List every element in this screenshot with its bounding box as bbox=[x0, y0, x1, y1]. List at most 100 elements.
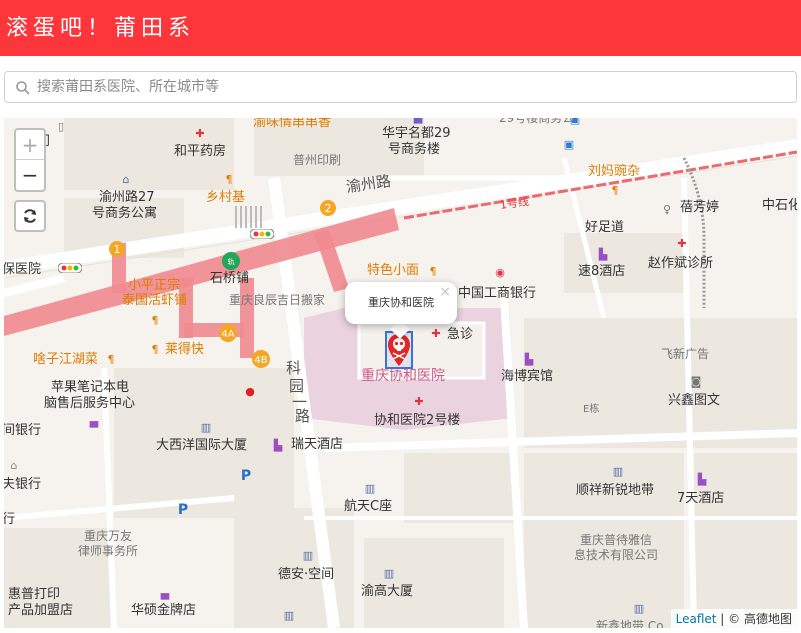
metro-exit-4b-marker: 4B bbox=[252, 350, 270, 368]
search-input[interactable] bbox=[37, 73, 787, 101]
map-label-puxin-a: 重庆普待雅信 bbox=[580, 533, 653, 547]
map-label-keyuan-road-2: 园 bbox=[289, 377, 305, 395]
zoom-control: + − bbox=[14, 128, 46, 192]
search-icon bbox=[16, 81, 30, 95]
pharmacy-icon: ✚ bbox=[195, 127, 205, 140]
map-label-xiangcun: 乡村基 bbox=[206, 190, 246, 205]
building-icon: ▥ bbox=[633, 602, 645, 615]
map-label-yuzhou-27-b: 号商务公寓 bbox=[92, 206, 158, 221]
map-label-haizi: 啥子江湖菜 bbox=[33, 352, 99, 367]
map-label-laidexing: 莱得快 bbox=[165, 342, 205, 357]
store-icon: ▄ bbox=[160, 587, 170, 600]
map-label-e-building: E栋 bbox=[583, 404, 600, 415]
map-label-hot-pot: 渝味情串串香 bbox=[253, 118, 332, 130]
zoom-out-button[interactable]: − bbox=[16, 160, 44, 190]
map-label-bank-left-2: 夫银行 bbox=[4, 477, 42, 492]
map-label-xiaoping-b: 泰国活虾铺 bbox=[122, 293, 188, 308]
svg-text:轨: 轨 bbox=[228, 257, 235, 266]
map-label-wanyou-b: 律师事务所 bbox=[78, 544, 139, 558]
clinic-icon: ✚ bbox=[677, 237, 687, 250]
fast-food-icon: ● bbox=[245, 385, 255, 398]
map-label-rufangyi: 蓓芳婷 bbox=[680, 200, 720, 215]
restaurant-icon: ¶ bbox=[429, 265, 437, 278]
stop-4b-label: 4B bbox=[254, 355, 267, 366]
bank-icon: ⌂ bbox=[10, 459, 18, 472]
search-box[interactable] bbox=[4, 71, 797, 103]
map-label-huayu-29: 华宇名都29 bbox=[382, 126, 451, 141]
map-label-apple-b: 脑售后服务中心 bbox=[44, 396, 136, 411]
map-label-tese-noodle: 特色小面 bbox=[367, 263, 420, 278]
bus-stop-icon: ▣ bbox=[563, 138, 575, 151]
map-label-huashuo: 华硕金牌店 bbox=[131, 603, 197, 618]
map-attribution: Leaflet | © 高德地图 bbox=[670, 609, 797, 628]
hotel-icon: ▙ bbox=[412, 118, 424, 124]
map-label-heping-pharmacy: 和平药房 bbox=[174, 144, 227, 159]
map-label-xiehe-2: 协和医院2号楼 bbox=[374, 413, 461, 428]
building-icon: ▥ bbox=[364, 482, 376, 495]
map-label-su8: 速8酒店 bbox=[578, 264, 626, 279]
map-label-xinxin: 兴鑫图文 bbox=[668, 393, 721, 408]
hotel-icon: ▙ bbox=[697, 473, 707, 486]
map-label-emergency: 急诊 bbox=[447, 327, 474, 342]
metro-exit-2-marker: 2 bbox=[320, 200, 336, 216]
building-icon: ▥ bbox=[200, 421, 212, 434]
map-label-icbc: 中国工商银行 bbox=[458, 286, 537, 301]
info-popup: 重庆协和医院 × bbox=[345, 282, 457, 324]
refresh-button[interactable] bbox=[14, 200, 46, 232]
map-label-ruitian: 瑞天酒店 bbox=[291, 437, 344, 452]
map-label-feixin: 飞新广告 bbox=[661, 347, 710, 361]
map-label-keyuan-road-4: 路 bbox=[295, 407, 311, 425]
building-icon: ⌂ bbox=[122, 173, 130, 186]
map-label-yuzhou-27: 渝州路27 bbox=[99, 190, 155, 205]
zoom-in-button[interactable]: + bbox=[16, 130, 44, 160]
map-label-xinzhuo: 新鑫地带 Co bbox=[596, 619, 664, 628]
attribution-separator: | © bbox=[716, 612, 744, 626]
parking-icon: P bbox=[240, 468, 252, 484]
map-label-huipu-a: 惠普打印 bbox=[8, 587, 61, 602]
map-label-wanyou-a: 重庆万友 bbox=[84, 529, 133, 543]
map-label-hospital-left: 保医院 bbox=[4, 262, 42, 277]
refresh-icon bbox=[24, 209, 36, 223]
map-label-qitian: 7天酒店 bbox=[677, 491, 725, 506]
map-label-huayu-29-b: 号商务楼 bbox=[388, 142, 441, 157]
app-title: 滚蛋吧！莆田系 bbox=[6, 16, 196, 41]
map-label-shunxiang: 顺祥新锐地带 bbox=[576, 483, 655, 498]
emergency-icon: ✚ bbox=[431, 327, 441, 340]
hotel-icon: ▙ bbox=[598, 248, 608, 261]
map-view[interactable]: 2 1 4A 4B 轨 ▙ ▙ ▙ ▙ ▙ ▥ ▥ ▥ ▥ ▥ ▥ ▥ ⌂ ▯ … bbox=[4, 118, 797, 628]
stop-2-label: 2 bbox=[325, 202, 332, 215]
map-label-zhaozuo: 赵作斌诊所 bbox=[648, 256, 714, 271]
attribution-provider: 高德地图 bbox=[743, 612, 792, 626]
store-icon: ▄ bbox=[89, 415, 99, 428]
map-label-xiehe-hospital: 重庆协和医院 bbox=[361, 368, 445, 384]
restaurant-icon: ¶ bbox=[151, 314, 159, 327]
map-label-apple-a: 苹果笔记本电 bbox=[51, 380, 130, 395]
map-label-puzhou-print: 普州印刷 bbox=[293, 153, 342, 167]
stop-4a-label: 4A bbox=[221, 329, 234, 340]
map-label-building-29: 29号楼商务公 bbox=[499, 118, 575, 125]
camera-icon: ◙ bbox=[690, 375, 702, 388]
parking-icon: P bbox=[177, 502, 189, 518]
building-icon: ▥ bbox=[283, 609, 295, 622]
map-label-haibo: 海博宾馆 bbox=[501, 369, 554, 384]
restaurant-icon: ¶ bbox=[151, 343, 159, 356]
hotel-icon: ▙ bbox=[524, 353, 534, 366]
restaurant-icon: ¶ bbox=[225, 173, 233, 186]
map-label-zhonggu: 中石化 bbox=[762, 198, 797, 213]
building-icon: ▥ bbox=[383, 567, 395, 580]
map-label-yugao: 渝高大厦 bbox=[361, 584, 414, 599]
office-icon: ▯ bbox=[57, 120, 65, 133]
traffic-light-icon bbox=[58, 263, 82, 273]
map-label-huipu-b: 产品加盟店 bbox=[8, 603, 74, 618]
map-label-bank-left-3: 行 bbox=[4, 512, 16, 527]
map-label-daxiyang: 大西洋国际大厦 bbox=[156, 438, 248, 453]
popup-close-button[interactable]: × bbox=[439, 284, 451, 300]
bank-icon: ◉ bbox=[495, 266, 505, 279]
building-icon: ▥ bbox=[612, 465, 624, 478]
leaflet-link[interactable]: Leaflet bbox=[676, 612, 717, 626]
map-label-keyuan-road-1: 科 bbox=[286, 359, 302, 377]
stop-1-label: 1 bbox=[114, 243, 121, 256]
metro-exit-1-marker: 1 bbox=[109, 241, 125, 257]
map-label-liangchen: 重庆良辰吉日搬家 bbox=[229, 293, 326, 307]
traffic-light-icon bbox=[250, 229, 274, 239]
